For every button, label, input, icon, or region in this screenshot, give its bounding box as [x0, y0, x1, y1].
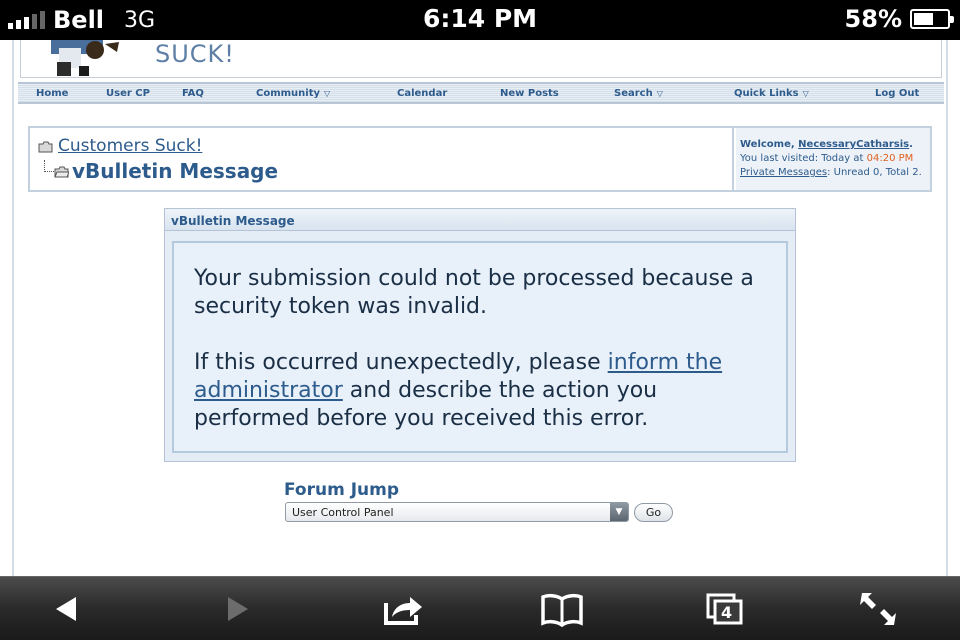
- nav-search-label: Search: [614, 88, 653, 99]
- status-right: 58%: [844, 5, 954, 33]
- nav-search[interactable]: Search ▽: [614, 88, 663, 99]
- nav-log-out-label: Log Out: [875, 88, 920, 99]
- tabs-count: 4: [721, 603, 733, 622]
- nav-faq-label: FAQ: [182, 88, 204, 99]
- breadcrumb: Customers Suck! vBulletin Message Welcom…: [28, 126, 932, 192]
- nav-quick-links[interactable]: Quick Links ▽: [734, 88, 809, 99]
- bookmarks-icon[interactable]: [540, 589, 584, 629]
- private-messages-line: Private Messages: Unread 0, Total 2.: [740, 166, 930, 180]
- message-paragraph-1: Your submission could not be processed b…: [194, 266, 754, 319]
- page-title: vBulletin Message: [72, 159, 279, 183]
- forward-icon[interactable]: [214, 589, 258, 629]
- breadcrumb-nav: Customers Suck! vBulletin Message: [30, 128, 734, 190]
- nav-new-posts-label: New Posts: [500, 88, 559, 99]
- nav-calendar[interactable]: Calendar: [397, 88, 447, 99]
- battery-icon: [910, 9, 954, 29]
- nav-faq[interactable]: FAQ: [182, 88, 204, 99]
- site-header: SUCK!: [20, 40, 942, 78]
- chevron-down-icon: ▽: [802, 89, 809, 98]
- welcome-line: Welcome, NecessaryCatharsis.: [740, 138, 930, 152]
- nav-log-out[interactable]: Log Out: [875, 88, 919, 99]
- private-messages-counts: : Unread 0, Total 2.: [827, 167, 922, 178]
- welcome-panel: Welcome, NecessaryCatharsis. You last vi…: [736, 128, 930, 190]
- last-visited-line: You last visited: Today at 04:20 PM: [740, 152, 930, 166]
- message-body: Your submission could not be processed b…: [172, 241, 788, 453]
- nav-community-label: Community: [256, 88, 321, 99]
- navbar: Home User CP FAQ Community ▽ Calendar New…: [18, 82, 944, 104]
- status-bar: Bell 3G 6:14 PM 58%: [0, 0, 960, 40]
- welcome-suffix: .: [909, 139, 913, 150]
- message-panel-header: vBulletin Message: [165, 209, 795, 231]
- dropdown-arrow-icon: ▼: [610, 503, 628, 521]
- site-logo-mascot[interactable]: [45, 40, 125, 76]
- nav-community[interactable]: Community ▽: [256, 88, 330, 99]
- chevron-down-icon: ▽: [656, 89, 663, 98]
- battery-percent: 58%: [844, 5, 902, 33]
- chevron-down-icon: ▽: [324, 89, 331, 98]
- last-visited-label: You last visited: Today at: [740, 153, 867, 164]
- folder-icon: [38, 141, 53, 153]
- nav-user-cp[interactable]: User CP: [106, 88, 150, 99]
- message-paragraph-2-before: If this occurred unexpectedly, please: [194, 350, 608, 375]
- message-text: Your submission could not be processed b…: [194, 265, 766, 433]
- share-icon[interactable]: [380, 589, 424, 629]
- site-logo-text[interactable]: SUCK!: [155, 40, 235, 68]
- forum-jump-selected: User Control Panel: [292, 506, 394, 519]
- nav-home-label: Home: [36, 88, 69, 99]
- go-button[interactable]: Go: [634, 503, 673, 522]
- message-paragraph-2: If this occurred unexpectedly, please in…: [194, 349, 766, 433]
- tabs-icon[interactable]: 4: [704, 589, 748, 629]
- username-link[interactable]: NecessaryCatharsis: [798, 139, 909, 150]
- battery-fill: [914, 13, 933, 25]
- welcome-prefix: Welcome,: [740, 139, 799, 150]
- private-messages-link[interactable]: Private Messages: [740, 167, 827, 178]
- message-panel: vBulletin Message Your submission could …: [164, 208, 796, 462]
- back-icon[interactable]: [44, 589, 88, 629]
- status-time: 6:14 PM: [422, 4, 538, 33]
- open-folder-icon: [54, 166, 69, 178]
- nav-home[interactable]: Home: [36, 88, 68, 99]
- browser-toolbar: 4: [0, 576, 960, 640]
- breadcrumb-forum-link[interactable]: Customers Suck!: [58, 136, 202, 156]
- web-page[interactable]: SUCK! Home User CP FAQ Community ▽ Calend…: [0, 40, 960, 576]
- nav-calendar-label: Calendar: [397, 88, 448, 99]
- nav-quick-links-label: Quick Links: [734, 88, 799, 99]
- last-visited-time: 04:20 PM: [866, 153, 914, 164]
- forum-jump-label: Forum Jump: [284, 480, 400, 500]
- nav-new-posts[interactable]: New Posts: [500, 88, 559, 99]
- forum-jump-select[interactable]: User Control Panel ▼: [285, 502, 629, 522]
- fullscreen-icon[interactable]: [856, 589, 900, 629]
- tree-connector: [44, 160, 54, 172]
- nav-user-cp-label: User CP: [106, 88, 150, 99]
